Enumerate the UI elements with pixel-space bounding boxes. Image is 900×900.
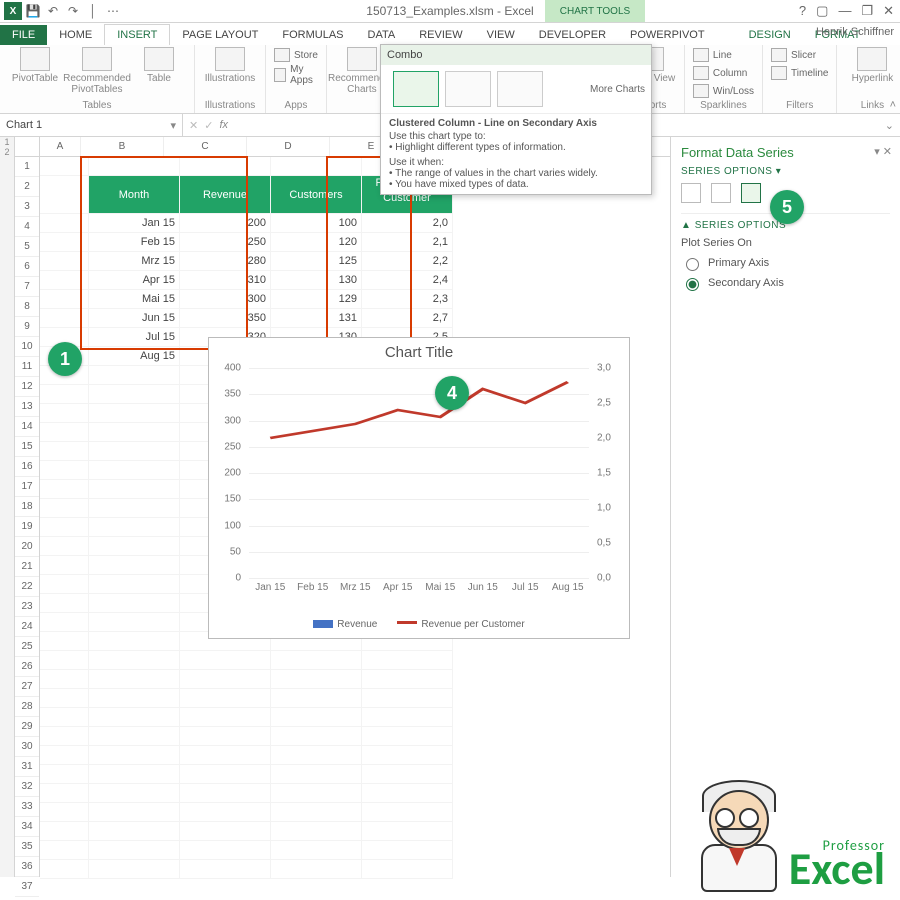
- qat-more-icon[interactable]: ⋯: [106, 4, 120, 18]
- group-apps: Store My Apps Apps: [266, 45, 327, 113]
- tab-design[interactable]: DESIGN: [737, 25, 803, 45]
- chart-title[interactable]: Chart Title: [209, 344, 629, 361]
- row-headers[interactable]: 1234567891011121314151617181920212223242…: [15, 137, 40, 877]
- group-illustrations: Illustrations Illustrations: [195, 45, 266, 113]
- rec-pivot-button[interactable]: Recommended PivotTables: [70, 47, 124, 95]
- more-charts-link[interactable]: More Charts: [590, 84, 645, 95]
- illustrations-button[interactable]: Illustrations: [203, 47, 257, 84]
- close-icon[interactable]: ✕: [883, 3, 894, 19]
- collapse-ribbon-icon[interactable]: ˄: [890, 99, 896, 111]
- save-icon[interactable]: 💾: [26, 4, 40, 18]
- hyperlink-button[interactable]: Hyperlink: [845, 47, 899, 84]
- professor-icon: [693, 778, 783, 888]
- window-title: 150713_Examples.xlsm - Excel: [366, 4, 533, 18]
- myapps-button[interactable]: My Apps: [274, 67, 318, 83]
- group-sparklines: Line Column Win/Loss Sparklines: [685, 45, 763, 113]
- undo-icon[interactable]: ↶: [46, 4, 60, 18]
- combo-dropdown: Combo More Charts Clustered Column - Lin…: [380, 44, 652, 195]
- pivottable-button[interactable]: PivotTable: [8, 47, 62, 84]
- tab-review[interactable]: REVIEW: [407, 25, 474, 45]
- store-button[interactable]: Store: [274, 47, 318, 63]
- combo-thumb-3[interactable]: [497, 71, 543, 107]
- group-label-illus: Illustrations: [203, 100, 257, 113]
- sparkline-line[interactable]: Line: [693, 47, 732, 63]
- fx-icon[interactable]: fx: [219, 119, 228, 131]
- combo-tooltip: Clustered Column - Line on Secondary Axi…: [381, 113, 651, 194]
- plot-area[interactable]: [249, 368, 589, 578]
- y-axis-primary: 050100150200250300350400: [209, 368, 245, 578]
- professor-excel-logo: ProfessorExcel: [693, 778, 885, 888]
- tab-file[interactable]: FILE: [0, 25, 47, 45]
- group-label-tables: Tables: [8, 100, 186, 113]
- combo-header: Combo: [381, 45, 651, 65]
- restore-icon[interactable]: ❐: [861, 3, 873, 19]
- callout-4: 4: [435, 376, 469, 410]
- tab-insert[interactable]: INSERT: [104, 24, 170, 45]
- fill-line-icon[interactable]: [681, 183, 701, 203]
- expand-fbar-icon[interactable]: ⌄: [879, 119, 900, 132]
- slicer-button[interactable]: Slicer: [771, 47, 816, 63]
- tab-page-layout[interactable]: PAGE LAYOUT: [170, 25, 270, 45]
- tab-powerpivot[interactable]: POWERPIVOT: [618, 25, 717, 45]
- group-tables: PivotTable Recommended PivotTables Table…: [0, 45, 195, 113]
- table-button[interactable]: Table: [132, 47, 186, 84]
- x-axis: Jan 15Feb 15Mrz 15Apr 15Mai 15Jun 15Jul …: [249, 582, 589, 598]
- group-label-apps: Apps: [274, 100, 318, 113]
- context-tab-label: CHART TOOLS: [545, 0, 645, 22]
- title-bar: X 💾 ↶ ↷ │ ⋯ 150713_Examples.xlsm - Excel…: [0, 0, 900, 23]
- format-data-series-panel: ▾ ✕ Format Data Series SERIES OPTIONS ▾ …: [670, 137, 900, 877]
- minimize-icon[interactable]: —: [838, 3, 851, 19]
- tab-developer[interactable]: DEVELOPER: [527, 25, 618, 45]
- qat-sep: │: [86, 4, 100, 18]
- timeline-button[interactable]: Timeline: [771, 65, 828, 81]
- name-box[interactable]: Chart 1: [0, 114, 183, 136]
- effects-icon[interactable]: [711, 183, 731, 203]
- callout-5: 5: [770, 190, 804, 224]
- panel-close-icon[interactable]: ▾ ✕: [874, 145, 892, 158]
- plot-series-on-label: Plot Series On: [681, 237, 890, 249]
- enter-fx-icon[interactable]: ✓: [204, 119, 213, 132]
- series-options-icon[interactable]: [741, 183, 761, 203]
- ribbon-tabs: FILE HOME INSERT PAGE LAYOUT FORMULAS DA…: [0, 23, 900, 45]
- app-icon: X: [4, 2, 22, 20]
- callout-1: 1: [48, 342, 82, 376]
- tab-formulas[interactable]: FORMULAS: [270, 25, 355, 45]
- secondary-axis-radio[interactable]: Secondary Axis: [681, 275, 890, 291]
- tab-home[interactable]: HOME: [47, 25, 104, 45]
- redo-icon[interactable]: ↷: [66, 4, 80, 18]
- chart-legend[interactable]: Revenue Revenue per Customer: [209, 619, 629, 630]
- outline-gutter[interactable]: 12: [0, 137, 15, 877]
- help-icon[interactable]: ?: [799, 3, 806, 19]
- sparkline-winloss[interactable]: Win/Loss: [693, 83, 754, 99]
- tab-data[interactable]: DATA: [356, 25, 408, 45]
- dropdown-icon[interactable]: ▾: [776, 166, 782, 177]
- y-axis-secondary: 0,00,51,01,52,02,53,0: [593, 368, 629, 578]
- cancel-fx-icon[interactable]: ✕: [189, 119, 198, 132]
- combo-thumb-1[interactable]: [393, 71, 439, 107]
- tab-view[interactable]: VIEW: [475, 25, 527, 45]
- panel-title: Format Data Series: [681, 145, 890, 160]
- primary-axis-radio[interactable]: Primary Axis: [681, 255, 890, 271]
- ribbon-opts-icon[interactable]: ▢: [816, 3, 828, 19]
- signed-in-user[interactable]: Henrik Schiffner: [816, 26, 894, 38]
- quick-access-toolbar[interactable]: 💾 ↶ ↷ │ ⋯: [26, 4, 120, 18]
- sparkline-column[interactable]: Column: [693, 65, 747, 81]
- embedded-chart[interactable]: Chart Title 050100150200250300350400 0,0…: [208, 337, 630, 639]
- combo-thumb-2[interactable]: [445, 71, 491, 107]
- group-filters: Slicer Timeline Filters: [763, 45, 837, 113]
